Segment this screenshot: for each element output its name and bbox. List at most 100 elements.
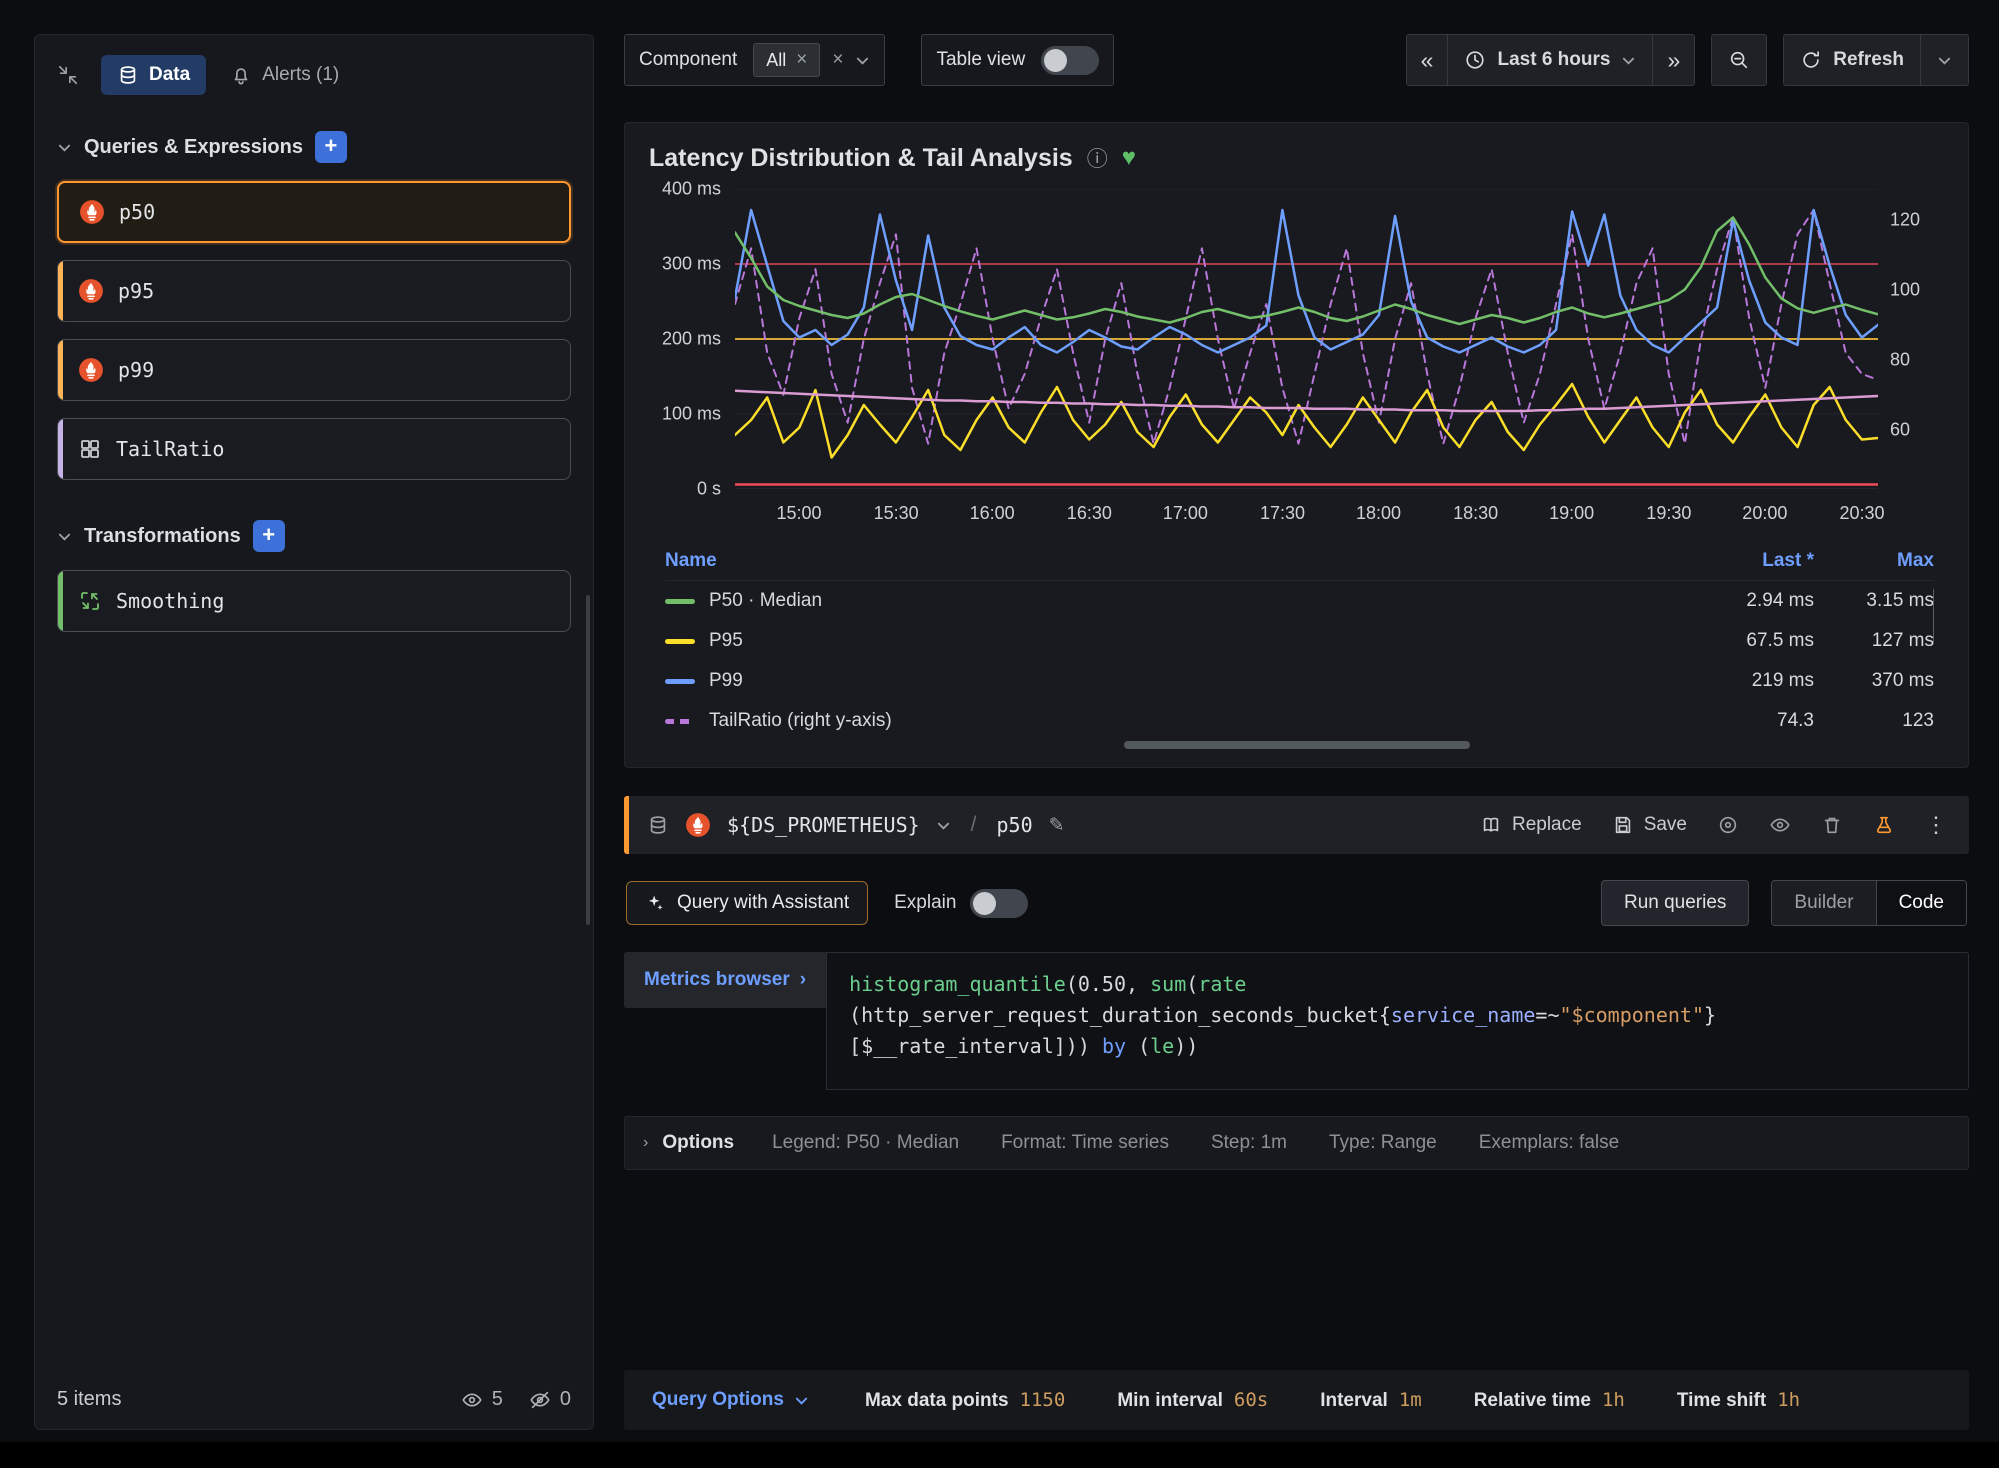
builder-mode-button[interactable]: Builder xyxy=(1772,881,1875,925)
tab-data-label: Data xyxy=(149,64,190,86)
chevron-down-icon xyxy=(794,1393,809,1408)
refresh-interval-button[interactable] xyxy=(1921,34,1969,86)
eye-icon[interactable] xyxy=(1769,814,1791,836)
tab-alerts[interactable]: Alerts (1) xyxy=(214,55,355,95)
y-axis-label: 80 xyxy=(1890,349,1910,370)
prometheus-icon xyxy=(685,812,711,838)
chevron-right-icon: › xyxy=(643,1134,648,1152)
time-range-label: Last 6 hours xyxy=(1497,49,1610,71)
query-item-TailRatio[interactable]: TailRatio xyxy=(57,418,571,480)
y-axis-label: 400 ms xyxy=(662,179,721,200)
horizontal-scrollbar[interactable] xyxy=(1124,741,1470,749)
legend-row[interactable]: P99219 ms370 ms xyxy=(665,661,1934,701)
y-axis-label: 100 xyxy=(1890,280,1920,301)
explain-toggle[interactable] xyxy=(970,889,1028,918)
query-item-label: Smoothing xyxy=(116,589,224,613)
trash-icon[interactable] xyxy=(1821,814,1843,836)
chevron-down-icon[interactable] xyxy=(855,53,870,68)
query-item-p95[interactable]: p95 xyxy=(57,260,571,322)
query-item-p99[interactable]: p99 xyxy=(57,339,571,401)
x-axis-label: 19:30 xyxy=(1646,503,1691,524)
transformations-section-title: Transformations xyxy=(84,525,241,548)
datasource-name[interactable]: ${DS_PROMETHEUS} xyxy=(727,813,920,837)
legend-row[interactable]: P9567.5 ms127 ms xyxy=(665,621,1934,661)
query-name: p50 xyxy=(997,813,1033,837)
legend-row[interactable]: P50 · Median2.94 ms3.15 ms xyxy=(665,581,1934,621)
tab-data[interactable]: Data xyxy=(101,55,206,95)
chevron-down-icon[interactable] xyxy=(936,818,951,833)
series-color-swatch xyxy=(665,679,695,684)
chevron-down-icon[interactable] xyxy=(57,529,72,544)
explain-control: Explain xyxy=(894,889,1028,918)
zoom-out-button[interactable] xyxy=(1711,34,1767,86)
add-query-button[interactable]: + xyxy=(315,131,347,163)
database-icon xyxy=(647,814,669,836)
legend-row[interactable]: TailRatio (right y-axis)74.3123 xyxy=(665,701,1934,731)
grafana-panel-editor: Data Alerts (1) Queries & Expressions + … xyxy=(0,0,1999,1442)
flask-icon[interactable] xyxy=(1873,814,1895,836)
query-item-label: p95 xyxy=(118,279,154,303)
query-item-Smoothing[interactable]: Smoothing xyxy=(57,570,571,632)
refresh-button[interactable]: Refresh xyxy=(1783,34,1921,86)
table-view-label: Table view xyxy=(936,49,1029,71)
option-summary-item: Format: Time series xyxy=(1001,1132,1169,1153)
panel-header: Latency Distribution & Tail Analysis ⓘ ♥ xyxy=(649,143,1944,173)
editor-mode-switch: Builder Code xyxy=(1771,880,1967,926)
hidden-count[interactable]: 0 xyxy=(529,1388,571,1411)
query-options-row[interactable]: › Options Legend: P50 · MedianFormat: Ti… xyxy=(624,1116,1969,1170)
time-forward-button[interactable]: » xyxy=(1653,34,1695,86)
chip-label: All xyxy=(766,50,786,71)
component-filter[interactable]: Component All × × xyxy=(624,34,885,86)
bell-icon xyxy=(230,64,252,86)
prometheus-icon xyxy=(79,199,105,225)
panel-chart[interactable] xyxy=(735,189,1878,489)
y-axis-label: 300 ms xyxy=(662,254,721,275)
run-queries-button[interactable]: Run queries xyxy=(1601,880,1749,926)
refresh-icon xyxy=(1800,49,1822,71)
replace-button[interactable]: Replace xyxy=(1480,814,1582,836)
panel-title: Latency Distribution & Tail Analysis xyxy=(649,144,1073,173)
filter-clear-icon[interactable]: × xyxy=(832,49,843,71)
kebab-menu-icon[interactable]: ⋮ xyxy=(1925,812,1947,838)
option-summary-item: Exemplars: false xyxy=(1479,1132,1619,1153)
component-filter-chip[interactable]: All × xyxy=(753,43,820,77)
visible-count[interactable]: 5 xyxy=(461,1388,503,1411)
time-controls: « Last 6 hours » Refresh xyxy=(1406,34,1969,86)
legend-header: Name Last * Max xyxy=(665,541,1934,581)
chip-remove-icon[interactable]: × xyxy=(796,49,807,71)
legend-header-max[interactable]: Max xyxy=(1814,550,1934,572)
time-range-button[interactable]: Last 6 hours xyxy=(1448,34,1653,86)
save-button[interactable]: Save xyxy=(1612,814,1687,836)
metrics-browser-button[interactable]: Metrics browser › xyxy=(624,952,826,1008)
record-icon[interactable] xyxy=(1717,814,1739,836)
code-mode-button[interactable]: Code xyxy=(1876,881,1966,925)
x-axis-label: 17:00 xyxy=(1163,503,1208,524)
edit-name-icon[interactable]: ✎ xyxy=(1049,814,1065,837)
panel-health-icon: ♥ xyxy=(1122,144,1136,172)
add-transformation-button[interactable]: + xyxy=(253,520,285,552)
time-back-button[interactable]: « xyxy=(1406,34,1449,86)
promql-code-editor[interactable]: histogram_quantile(0.50, sum(rate (http_… xyxy=(826,952,1969,1090)
query-item-label: TailRatio xyxy=(116,437,224,461)
component-filter-label: Component xyxy=(639,49,741,71)
query-assistant-button[interactable]: Query with Assistant xyxy=(626,881,868,925)
query-options-button[interactable]: Query Options xyxy=(652,1389,809,1411)
chevron-down-icon xyxy=(1621,53,1636,68)
legend-header-last[interactable]: Last * xyxy=(1674,550,1814,572)
table-view-toggle[interactable] xyxy=(1041,46,1099,75)
query-item-p50[interactable]: p50 xyxy=(57,181,571,243)
collapse-pane-icon[interactable] xyxy=(57,64,79,86)
y-axis-left: 400 ms300 ms200 ms100 ms0 s xyxy=(649,189,735,489)
series-color-swatch xyxy=(665,639,695,644)
breadcrumb-separator: / xyxy=(971,813,977,837)
legend-scrollbar[interactable] xyxy=(1933,587,1934,645)
save-icon xyxy=(1612,814,1634,836)
footer-stat: Time shift1h xyxy=(1677,1389,1800,1412)
sidebar-scrollbar[interactable] xyxy=(586,595,590,925)
refresh-label: Refresh xyxy=(1833,49,1904,71)
legend-header-name[interactable]: Name xyxy=(665,550,1674,572)
chevron-down-icon[interactable] xyxy=(57,140,72,155)
query-item-label: p99 xyxy=(118,358,154,382)
info-icon[interactable]: ⓘ xyxy=(1087,143,1108,173)
y-axis-right: 1201008060 xyxy=(1878,189,1944,489)
